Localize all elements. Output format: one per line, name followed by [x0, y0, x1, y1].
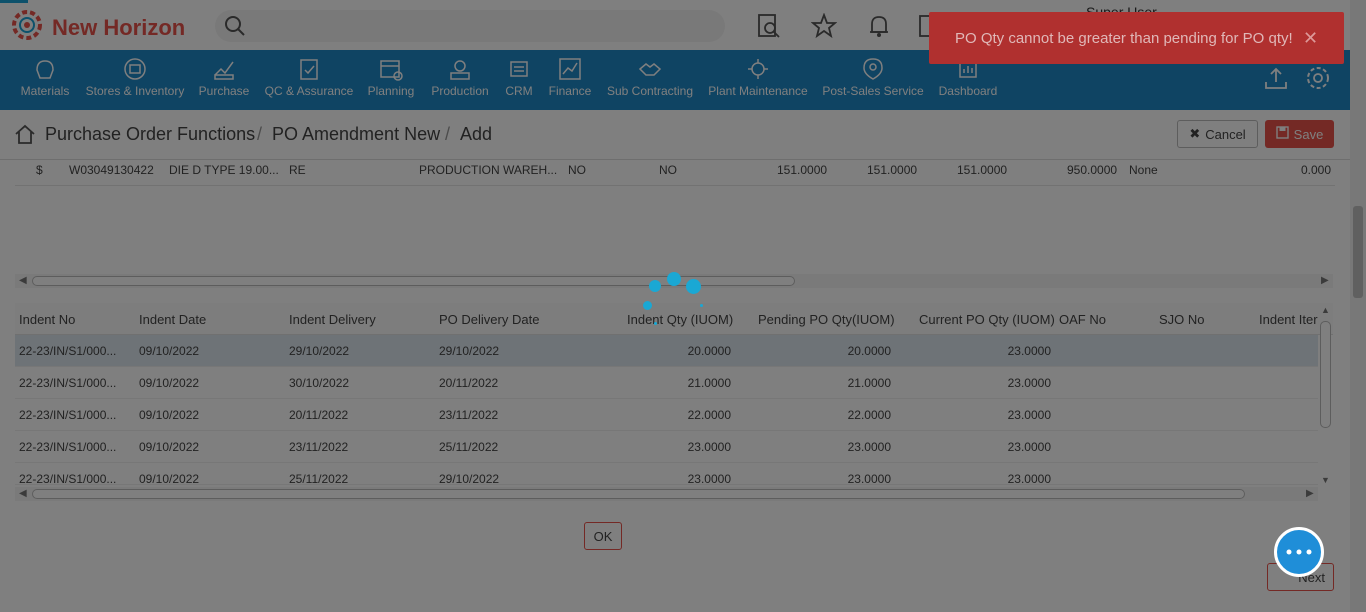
- toast-message: PO Qty cannot be greater than pending fo…: [955, 30, 1293, 47]
- chat-bubble-icon: [1286, 549, 1312, 555]
- error-toast: PO Qty cannot be greater than pending fo…: [929, 12, 1344, 64]
- loading-spinner-icon: [640, 270, 710, 330]
- app-root: New Horizon Super User Materials: [0, 0, 1366, 612]
- chat-button[interactable]: [1274, 527, 1324, 577]
- close-icon[interactable]: ✕: [1303, 28, 1318, 49]
